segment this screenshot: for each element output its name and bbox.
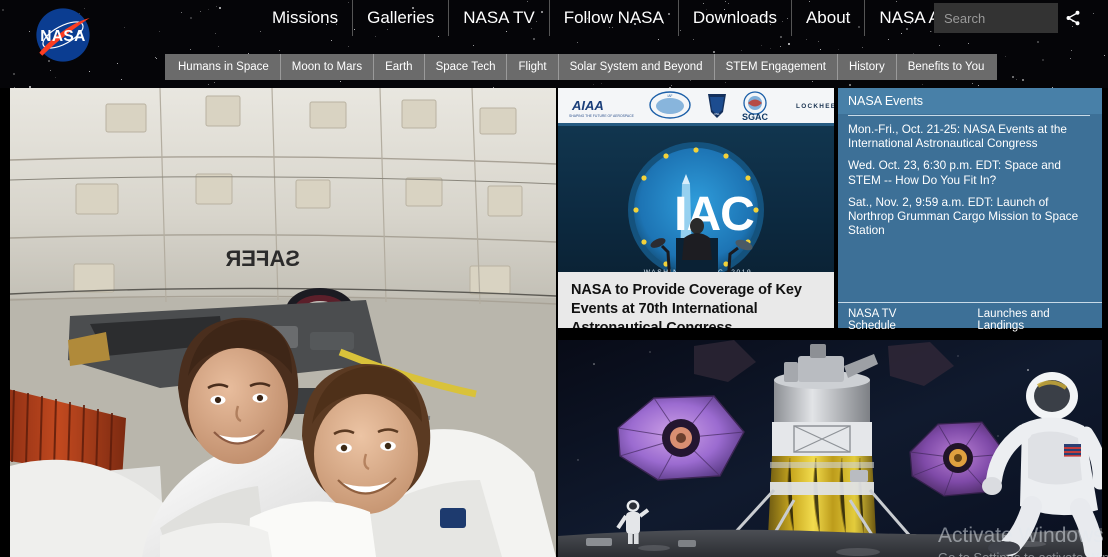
iac-headline[interactable]: NASA to Provide Coverage of Key Events a… <box>558 272 834 328</box>
sponsor-aiaa: AIAA <box>571 98 604 113</box>
events-panel-footer: NASA TV Schedule Launches and Landings <box>838 302 1102 332</box>
subnav-item-space-tech[interactable]: Space Tech <box>425 54 508 80</box>
iac-stage-photo: AIAA SHAPING THE FUTURE OF AEROSPACE IAF… <box>558 88 834 286</box>
iac-logo-text: IAC <box>674 188 754 241</box>
subnav-item-benefits-to-you[interactable]: Benefits to You <box>897 54 996 80</box>
site-header: NASA Missions Galleries NASA TV Follow N… <box>0 0 1108 88</box>
lunar-lander-illustration <box>558 340 1102 557</box>
nasa-logo[interactable]: NASA <box>26 0 100 72</box>
subnav-item-earth[interactable]: Earth <box>374 54 425 80</box>
subnav-item-flight[interactable]: Flight <box>507 54 559 80</box>
subnav-item-moon-to-mars[interactable]: Moon to Mars <box>281 54 375 80</box>
svg-text:IAF: IAF <box>668 94 673 98</box>
subnav-item-humans-in-space[interactable]: Humans in Space <box>167 54 281 80</box>
svg-text:IISL: IISL <box>714 112 720 116</box>
nav-item-about[interactable]: About <box>792 0 866 36</box>
subnav-item-solar-system[interactable]: Solar System and Beyond <box>559 54 715 80</box>
event-item[interactable]: Mon.-Fri., Oct. 21-25: NASA Events at th… <box>848 122 1092 150</box>
safer-label: SAFER <box>225 246 300 271</box>
event-item[interactable]: Sat., Nov. 2, 9:59 a.m. EDT: Launch of N… <box>848 195 1092 238</box>
primary-navigation: Missions Galleries NASA TV Follow NASA D… <box>258 0 1022 36</box>
subnav-item-stem-engagement[interactable]: STEM Engagement <box>715 54 838 80</box>
events-panel-title: NASA Events <box>838 88 1102 114</box>
iac-illustration: AIAA SHAPING THE FUTURE OF AEROSPACE IAF… <box>558 88 834 286</box>
link-nasa-tv-schedule[interactable]: NASA TV Schedule <box>848 308 941 332</box>
iac-feature-card[interactable]: AIAA SHAPING THE FUTURE OF AEROSPACE IAF… <box>558 88 834 328</box>
nav-item-downloads[interactable]: Downloads <box>679 0 792 36</box>
subnav-item-history[interactable]: History <box>838 54 897 80</box>
lunar-lander-feature[interactable] <box>558 340 1102 557</box>
nasa-events-panel: NASA Events Mon.-Fri., Oct. 21-25: NASA … <box>838 88 1102 332</box>
hero-illustration: SAFER <box>10 88 556 557</box>
sponsor-lockheed: LOCKHEED M <box>796 103 834 110</box>
hero-feature-image[interactable]: SAFER <box>10 88 556 557</box>
events-list: Mon.-Fri., Oct. 21-25: NASA Events at th… <box>838 116 1102 237</box>
event-item[interactable]: Wed. Oct. 23, 6:30 p.m. EDT: Space and S… <box>848 158 1092 186</box>
search-box[interactable] <box>934 3 1108 33</box>
sponsor-sgac: SGAC <box>742 112 769 122</box>
nav-item-galleries[interactable]: Galleries <box>353 0 450 36</box>
nav-item-missions[interactable]: Missions <box>258 0 354 36</box>
share-icon[interactable] <box>1064 9 1082 27</box>
svg-text:SHAPING THE FUTURE OF AEROSPAC: SHAPING THE FUTURE OF AEROSPACE <box>569 114 635 118</box>
nav-item-nasa-tv[interactable]: NASA TV <box>449 0 550 36</box>
nav-item-follow-nasa[interactable]: Follow NASA <box>550 0 679 36</box>
secondary-navigation: Humans in Space Moon to Mars Earth Space… <box>165 54 998 80</box>
svg-text:NASA: NASA <box>40 28 86 45</box>
content-area: SAFER AIAA SHAPING THE FUTURE OF AEROSPA… <box>0 86 1108 557</box>
link-launches-and-landings[interactable]: Launches and Landings <box>977 308 1092 332</box>
